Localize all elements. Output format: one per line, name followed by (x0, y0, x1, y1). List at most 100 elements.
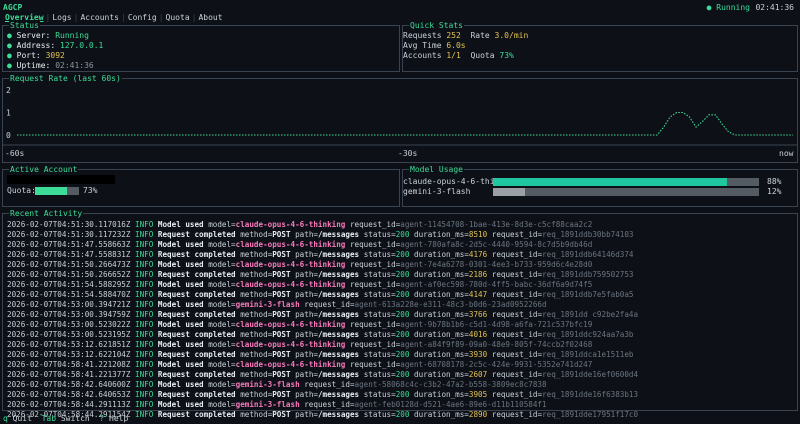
log-line: 2026-02-07T04:53:00.523022Z INFO Model u… (7, 320, 593, 329)
server-running-indicator: ● Running (706, 3, 750, 12)
log-request-id: agent-58068c4c-c3b2-47a2-b558-3809ec8c78… (354, 380, 547, 389)
address-value: 127.0.0.1 (60, 41, 104, 50)
model-usage-bar-1 (493, 188, 759, 196)
log-message: Model used (157, 340, 204, 349)
quota-label: Quota: (7, 186, 36, 195)
uptime-row: ● Uptime: 02:41:36 (7, 61, 94, 70)
log-line: 2026-02-07T04:51:54.588470Z INFO Request… (7, 290, 634, 299)
recent-activity-panel[interactable]: Recent Activity 2026-02-07T04:51:30.1170… (2, 208, 798, 419)
uptime-value: 02:41:36 (55, 61, 94, 70)
log-status: 200 (395, 330, 410, 339)
request-rate-panel: Request Rate (last 60s) 2 1 0 -60s -30s now (2, 73, 798, 163)
log-level: INFO (135, 280, 154, 289)
log-line: 2026-02-07T04:53:12.622104Z INFO Request… (7, 350, 634, 359)
model-usage-title: Model Usage (409, 164, 464, 175)
tab-config[interactable]: Config (126, 12, 159, 23)
quota-percent: 73% (83, 186, 98, 195)
log-line: 2026-02-07T04:58:44.291113Z INFO Model u… (7, 400, 547, 409)
log-duration: 3930 (468, 350, 488, 359)
status-panel: Status ● Server: Running ● Address: 127.… (2, 20, 400, 72)
log-status: 200 (395, 290, 410, 299)
log-request-id: req_1891ddca1e1511eb (542, 350, 634, 359)
y-tick-label: 0 (6, 131, 11, 140)
log-model: claude-opus-4-6-thinking (235, 360, 346, 369)
log-request-id: agent-9b78b1b6-c5d1-4d98-a6fa-721c537bfc… (400, 320, 593, 329)
log-message: Request completed (157, 310, 236, 319)
quit-key[interactable]: q (3, 414, 8, 423)
log-message: Model used (157, 220, 204, 229)
port-value: 3092 (45, 51, 65, 60)
log-model: gemini-3-flash (235, 380, 300, 389)
log-request-id: agent-11454708-1bae-413e-8d3e-c5cf88caa2… (400, 220, 593, 229)
log-request-id: agent-613a228e-e311-48c3-b0d6-23ad095226… (354, 300, 547, 309)
quota-bar (35, 187, 79, 195)
log-duration: 4016 (468, 330, 488, 339)
log-level: INFO (135, 270, 154, 279)
log-level: INFO (135, 260, 154, 269)
log-level: INFO (135, 230, 154, 239)
log-status: 200 (395, 390, 410, 399)
log-level: INFO (135, 350, 154, 359)
model-usage-bar-fill-1 (493, 188, 525, 196)
log-model: claude-opus-4-6-thinking (235, 260, 346, 269)
x-tick-label: -60s (5, 149, 24, 158)
log-request-id: agent-feb0128d-d521-4ae6-89e6-d11b110584… (354, 400, 547, 409)
log-request-id: req_1891ddb64146d374 (542, 250, 634, 259)
log-status: 200 (395, 370, 410, 379)
log-model: claude-opus-4-6-thinking (235, 240, 346, 249)
log-duration: 2186 (468, 270, 488, 279)
log-level: INFO (135, 310, 154, 319)
log-level: INFO (135, 250, 154, 259)
log-model: claude-opus-4-6-thinking (235, 340, 346, 349)
log-duration: 4147 (468, 290, 488, 299)
quick-stats-panel: Quick Stats Requests 252 Rate 3.0/min Av… (402, 20, 798, 72)
log-message: Model used (157, 240, 204, 249)
log-timestamp: 2026-02-07T04:51:47.558831Z (7, 250, 131, 259)
log-line: 2026-02-07T04:51:47.558663Z INFO Model u… (7, 240, 593, 249)
tab-logs[interactable]: Logs (50, 12, 73, 23)
help-label: Help (109, 414, 129, 423)
server-status-value: Running (55, 31, 89, 40)
log-request-id: req_1891ddb759502753 (542, 270, 634, 279)
log-timestamp: 2026-02-07T04:51:54.588295Z (7, 280, 131, 289)
tab-about[interactable]: About (196, 12, 224, 23)
log-level: INFO (135, 330, 154, 339)
log-timestamp: 2026-02-07T04:53:00.394721Z (7, 300, 131, 309)
log-timestamp: 2026-02-07T04:58:41.221377Z (7, 370, 131, 379)
help-key[interactable]: ? (99, 414, 104, 423)
log-timestamp: 2026-02-07T04:53:00.394759Z (7, 310, 131, 319)
log-level: INFO (135, 340, 154, 349)
log-level: INFO (135, 390, 154, 399)
log-line: 2026-02-07T04:53:00.523195Z INFO Request… (7, 330, 634, 339)
log-level: INFO (135, 360, 154, 369)
log-message: Model used (157, 260, 204, 269)
active-account-title: Active Account (9, 164, 79, 175)
accounts-stat: Accounts 1/1 Quota 73% (403, 51, 514, 60)
log-status: 200 (395, 270, 410, 279)
log-line: 2026-02-07T04:51:30.117016Z INFO Model u… (7, 220, 593, 229)
model-usage-panel: Model Usage claude-opus-4-6-thi… 88% gem… (402, 164, 798, 207)
log-message: Request completed (157, 270, 236, 279)
log-level: INFO (135, 380, 154, 389)
log-line: 2026-02-07T04:53:12.621851Z INFO Model u… (7, 340, 593, 349)
log-level: INFO (135, 320, 154, 329)
log-timestamp: 2026-02-07T04:58:42.640600Z (7, 380, 131, 389)
model-usage-percent-1: 12% (767, 187, 782, 196)
log-message: Request completed (157, 410, 236, 419)
log-timestamp: 2026-02-07T04:58:41.221208Z (7, 360, 131, 369)
quit-label: Quit (12, 414, 32, 423)
log-timestamp: 2026-02-07T04:51:30.117016Z (7, 220, 131, 229)
log-model: gemini-3-flash (235, 400, 300, 409)
activity-log[interactable]: 2026-02-07T04:51:30.117016Z INFO Model u… (7, 220, 793, 420)
log-model: claude-opus-4-6-thinking (235, 280, 346, 289)
log-message: Request completed (157, 290, 236, 299)
x-tick-label: -30s (398, 149, 417, 158)
tab-accounts[interactable]: Accounts (78, 12, 121, 23)
request-rate-chart: 2 1 0 -60s -30s now (3, 86, 797, 158)
tab-quota[interactable]: Quota (164, 12, 192, 23)
model-usage-name-1: gemini-3-flash (403, 187, 471, 196)
y-tick-label: 1 (6, 109, 11, 118)
model-usage-bar-0 (493, 178, 759, 186)
log-status: 200 (395, 410, 410, 419)
tab-key[interactable]: Tab (42, 414, 56, 423)
